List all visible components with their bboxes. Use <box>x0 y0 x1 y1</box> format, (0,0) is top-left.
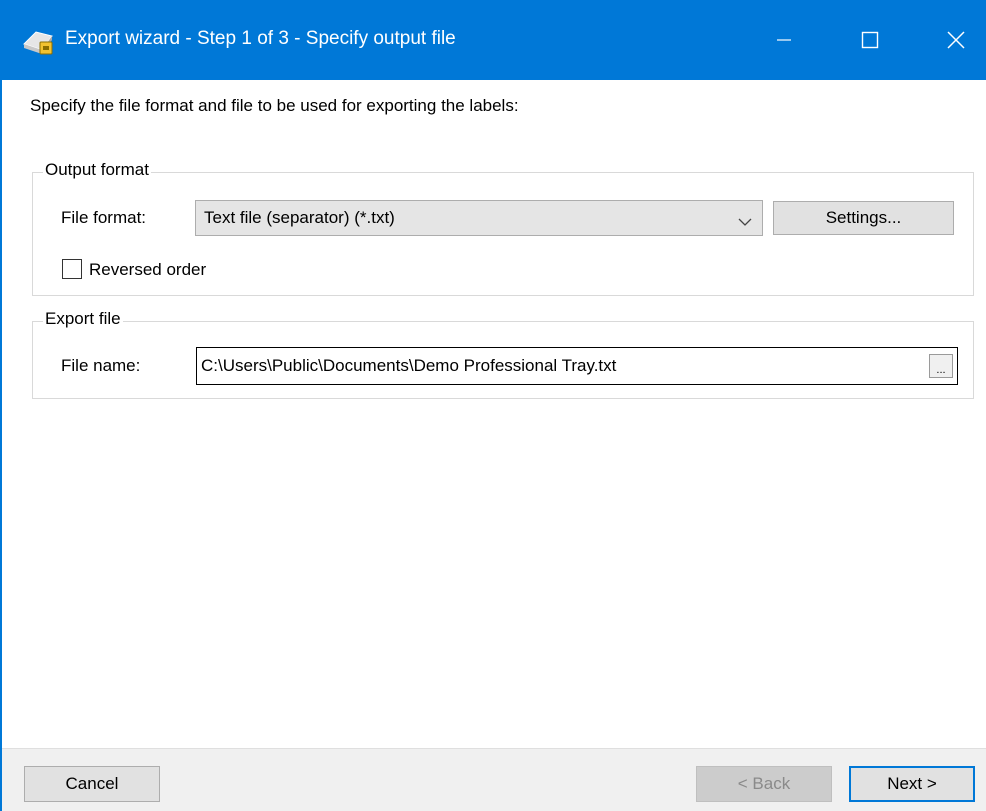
export-wizard-window: Export wizard - Step 1 of 3 - Specify ou… <box>0 0 986 811</box>
close-icon <box>947 31 965 49</box>
file-format-label: File format: <box>61 208 147 227</box>
reversed-order-checkbox[interactable] <box>62 259 82 279</box>
chevron-down-icon <box>738 212 752 232</box>
settings-button[interactable]: Settings... <box>773 201 954 235</box>
close-button[interactable] <box>926 0 986 80</box>
minimize-icon <box>776 32 792 48</box>
file-name-input[interactable]: C:\Users\Public\Documents\Demo Professio… <box>196 347 958 385</box>
maximize-icon <box>861 31 879 49</box>
reversed-order-label[interactable]: Reversed order <box>89 260 206 280</box>
title-bar[interactable]: Export wizard - Step 1 of 3 - Specify ou… <box>0 0 986 80</box>
file-format-select[interactable]: Text file (separator) (*.txt) <box>195 200 763 236</box>
maximize-button[interactable] <box>842 0 898 80</box>
file-name-label: File name: <box>61 356 141 375</box>
label-printer-icon <box>22 24 56 58</box>
output-format-group: Output format File format: Text file (se… <box>32 160 974 296</box>
window-border <box>0 80 2 811</box>
export-file-legend: Export file <box>43 309 123 329</box>
file-format-value: Text file (separator) (*.txt) <box>204 208 395 227</box>
browse-button[interactable]: ... <box>929 354 953 378</box>
file-name-value: C:\Users\Public\Documents\Demo Professio… <box>201 356 617 375</box>
instruction-text: Specify the file format and file to be u… <box>30 96 519 115</box>
window-title: Export wizard - Step 1 of 3 - Specify ou… <box>65 28 456 49</box>
export-file-group: Export file File name: C:\Users\Public\D… <box>32 309 974 399</box>
cancel-button[interactable]: Cancel <box>24 766 160 802</box>
output-format-legend: Output format <box>43 160 151 180</box>
wizard-footer: Cancel < Back Next > <box>2 748 986 811</box>
minimize-button[interactable] <box>756 0 812 80</box>
next-button[interactable]: Next > <box>849 766 975 802</box>
back-button[interactable]: < Back <box>696 766 832 802</box>
